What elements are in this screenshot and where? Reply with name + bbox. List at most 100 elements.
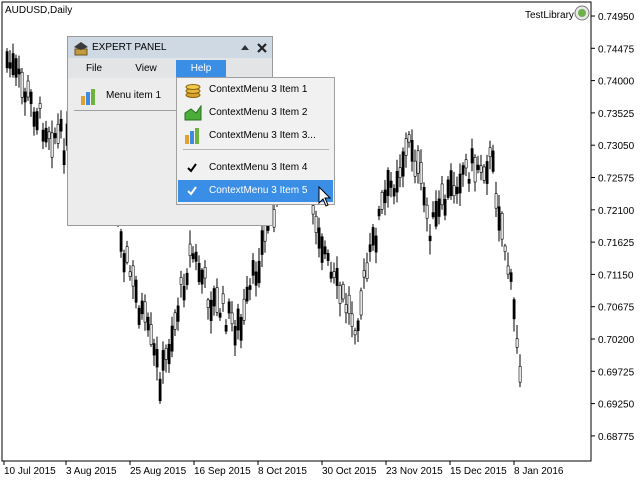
candle-body xyxy=(221,293,225,304)
candle-body xyxy=(272,209,276,228)
candle-body xyxy=(377,208,381,217)
date-tick-label: 23 Nov 2015 xyxy=(386,466,443,477)
candle-body xyxy=(443,199,447,216)
price-tick-label: 0.70200 xyxy=(598,335,635,346)
price-tick-label: 0.74475 xyxy=(598,44,635,55)
date-tick-label: 10 Jul 2015 xyxy=(4,466,56,477)
candle-body xyxy=(371,227,375,246)
context-menu-item-2[interactable]: ContextMenu 3 Item 2 xyxy=(178,102,333,124)
candle-body xyxy=(515,338,519,348)
candle-body xyxy=(224,325,228,332)
candle-body xyxy=(452,185,456,197)
candle-body xyxy=(254,271,258,286)
price-tick-label: 0.73525 xyxy=(598,109,635,120)
candle-body xyxy=(164,348,168,360)
candle-body xyxy=(155,348,159,368)
candle-body xyxy=(380,191,384,210)
price-tick-label: 0.69725 xyxy=(598,367,635,378)
candle-body xyxy=(11,53,15,76)
candle-body xyxy=(419,162,423,184)
candle-body xyxy=(143,301,147,323)
candle-body xyxy=(248,285,252,290)
candle-body xyxy=(410,139,414,162)
price-tick-label: 0.71150 xyxy=(598,270,634,281)
context-menu-item-5[interactable]: ContextMenu 3 Item 5 xyxy=(178,180,333,202)
candle-body xyxy=(464,159,468,169)
candle-body xyxy=(38,103,42,109)
candle-body xyxy=(491,150,495,172)
candle-body xyxy=(329,271,333,279)
candle-body xyxy=(191,253,195,260)
candle-body xyxy=(317,227,321,249)
library-icon[interactable] xyxy=(574,5,590,21)
candle-body xyxy=(350,313,354,327)
date-tick-label: 8 Jan 2016 xyxy=(514,466,564,477)
price-axis: 0.74950 0.74475 0.74000 0.73525 0.73050 0.725… xyxy=(591,12,635,443)
candle-body xyxy=(245,286,249,302)
menu-help[interactable]: Help xyxy=(176,60,226,77)
candle-body xyxy=(488,147,492,158)
candle-body xyxy=(35,111,39,131)
price-tick-label: 0.72100 xyxy=(598,206,635,217)
candle-body xyxy=(413,160,417,177)
library-label: TestLibrary xyxy=(525,10,574,21)
candle-body xyxy=(212,288,216,307)
price-tick-label: 0.72575 xyxy=(598,174,635,185)
candle-body xyxy=(404,138,408,156)
candle-body xyxy=(53,133,57,139)
collapse-icon[interactable] xyxy=(240,43,250,53)
candle-body xyxy=(362,270,366,278)
candle-body xyxy=(458,173,462,194)
candle-body xyxy=(14,58,18,78)
candle-body xyxy=(41,129,45,142)
candle-body xyxy=(476,164,480,170)
candle-body xyxy=(170,325,174,352)
candle-body xyxy=(197,263,201,283)
context-menu-item-4[interactable]: ContextMenu 3 Item 4 xyxy=(178,157,333,179)
candle-body xyxy=(395,171,399,193)
candle-body xyxy=(353,330,357,336)
candle-body xyxy=(251,260,255,276)
candle-body xyxy=(32,111,36,127)
candle-body xyxy=(338,285,342,304)
checkmark-icon xyxy=(187,163,197,173)
close-icon[interactable] xyxy=(256,42,268,54)
chart-symbol-label: AUDUSD,Daily xyxy=(5,5,72,16)
date-tick-label: 3 Aug 2015 xyxy=(66,466,117,477)
candle-body xyxy=(5,51,9,69)
candle-body xyxy=(125,246,129,263)
menu-view[interactable]: View xyxy=(124,60,168,77)
candle-body xyxy=(386,170,390,197)
candle-body xyxy=(20,71,24,98)
candle-body xyxy=(218,312,222,318)
mouse-cursor-icon xyxy=(318,186,332,207)
candle-body xyxy=(230,312,234,325)
context-menu-item-3[interactable]: ContextMenu 3 Item 3... xyxy=(178,125,333,147)
candle-body xyxy=(128,271,132,277)
candle-body xyxy=(356,320,360,331)
candle-body xyxy=(179,277,183,285)
candle-body xyxy=(455,186,459,195)
context-menu-item-1[interactable]: ContextMenu 3 Item 1 xyxy=(178,79,333,101)
candle-body xyxy=(503,245,507,252)
candle-body xyxy=(239,316,243,341)
panel-titlebar[interactable]: EXPERT PANEL xyxy=(68,37,272,59)
date-tick-label: 30 Oct 2015 xyxy=(322,466,377,477)
menu-file[interactable]: File xyxy=(72,60,116,77)
candle-body xyxy=(389,180,393,188)
candle-body xyxy=(497,206,501,231)
candle-body xyxy=(518,366,522,383)
candle-body xyxy=(383,189,387,204)
candle-body xyxy=(365,262,369,279)
date-tick-label: 25 Aug 2015 xyxy=(130,466,187,477)
price-tick-label: 0.68775 xyxy=(598,432,635,443)
bar-chart-icon xyxy=(81,89,95,105)
candle-body xyxy=(260,230,264,255)
date-axis: 10 Jul 2015 3 Aug 2015 25 Aug 2015 16 Sep 2… xyxy=(3,461,564,477)
candle-body xyxy=(233,326,237,346)
candle-body xyxy=(17,68,21,75)
candle-body xyxy=(461,165,465,175)
candle-body xyxy=(512,299,516,320)
candle-body xyxy=(134,279,138,303)
date-tick-label: 8 Oct 2015 xyxy=(258,466,307,477)
